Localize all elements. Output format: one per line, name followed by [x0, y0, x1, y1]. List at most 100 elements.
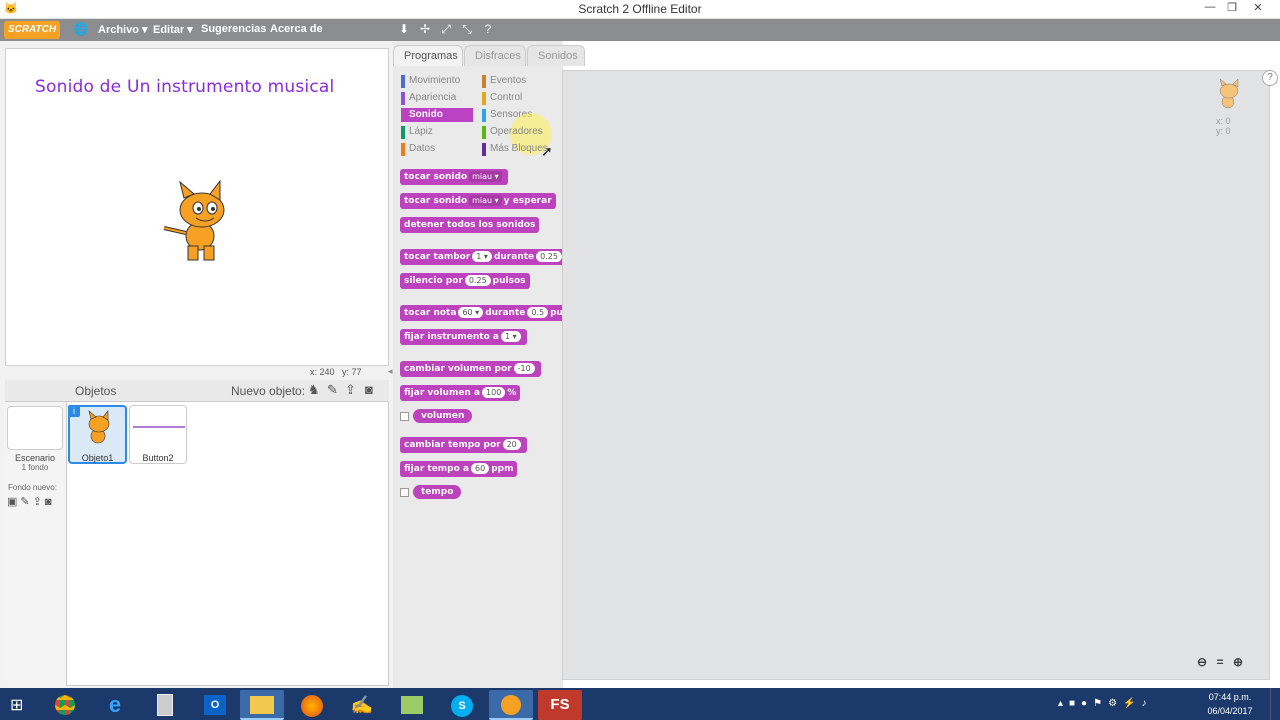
tab-programas[interactable]: Programas — [393, 45, 463, 66]
clock-date[interactable]: 06/04/2017 — [1205, 706, 1255, 716]
block-cambiar-volumen[interactable]: cambiar volumen por -10 — [400, 361, 541, 377]
menu-sugerencias[interactable]: Sugerencias — [201, 23, 266, 35]
app-task-icon[interactable]: ✍ — [340, 690, 384, 720]
block-tocar-nota[interactable]: tocar nota60 ▾durante0.5pulsos — [400, 305, 562, 321]
new-backdrop-icons[interactable]: ▣✎⇪◙ — [7, 495, 54, 508]
reporter-tempo[interactable]: tempo — [413, 485, 462, 499]
sprites-title: Objetos — [75, 384, 117, 398]
minimize-button[interactable]: — — [1200, 1, 1220, 17]
category-movimiento[interactable]: Movimiento — [401, 74, 473, 88]
system-tray-icons[interactable]: ▴■●⚑⚙⚡♪ — [1058, 698, 1152, 709]
info-icon[interactable]: i — [68, 405, 80, 417]
new-backdrop-label: Fondo nuevo: — [8, 483, 57, 492]
ie-task-icon[interactable]: e — [93, 690, 137, 720]
block-tocar-sonido-esperar[interactable]: tocar sonido miau ▾ y esperar — [400, 193, 556, 209]
menu-archivo[interactable]: Archivo ▾ — [98, 23, 148, 36]
drum-dropdown[interactable]: 1 ▾ — [472, 251, 492, 262]
choose-sprite-icon[interactable]: ♞ — [308, 382, 320, 398]
grow-icon[interactable]: ⤢ — [438, 22, 454, 38]
zoom-reset-icon[interactable]: = — [1212, 655, 1228, 671]
paint-sprite-icon[interactable]: ✎ — [327, 382, 338, 398]
category-label: Sonido — [409, 109, 443, 120]
menu-editar[interactable]: Editar ▾ — [153, 23, 193, 36]
category-color-bar — [482, 126, 486, 139]
category-operadores[interactable]: Operadores — [482, 125, 557, 139]
skype-task-icon[interactable]: S — [440, 690, 484, 720]
zoom-out-icon[interactable]: ⊖ — [1194, 655, 1210, 671]
block-fijar-tempo[interactable]: fijar tempo a 60 ppm — [400, 461, 518, 477]
current-sprite-icon — [1219, 78, 1239, 109]
outlook-task-icon[interactable]: O — [193, 690, 237, 720]
beats-input[interactable]: 0.5 — [527, 307, 549, 318]
category-eventos[interactable]: Eventos — [482, 74, 557, 88]
instrument-dropdown[interactable]: 1 ▾ — [500, 331, 521, 342]
category-label: Control — [490, 92, 523, 103]
stage-thumbnail[interactable] — [7, 406, 63, 450]
block-text: % — [507, 388, 517, 398]
sprites-header: Objetos Nuevo objeto: ♞ ✎ ⇪ ◙ — [5, 380, 389, 402]
block-clip: tocar tambor1 ▾durante0.25pulsos — [400, 249, 562, 265]
block-detener-sonidos[interactable]: detener todos los sonidos — [400, 217, 540, 233]
close-button[interactable]: ✕ — [1248, 1, 1268, 17]
block-fijar-volumen[interactable]: fijar volumen a 100% — [400, 385, 521, 401]
block-fijar-instrumento[interactable]: fijar instrumento a1 ▾ — [400, 329, 527, 345]
fs-task-icon[interactable]: FS — [538, 690, 582, 720]
category-apariencia[interactable]: Apariencia — [401, 91, 473, 105]
category-lapiz[interactable]: Lápiz — [401, 125, 473, 139]
scratch-task-icon[interactable] — [489, 690, 533, 720]
stamp-icon[interactable]: ⬇ — [396, 22, 412, 38]
explorer-task-icon[interactable] — [240, 690, 284, 720]
zoom-in-icon[interactable]: ⊕ — [1230, 655, 1246, 671]
tab-disfraces[interactable]: Disfraces — [464, 45, 526, 66]
block-cambiar-tempo[interactable]: cambiar tempo por 20 — [400, 437, 527, 453]
upload-sprite-icon[interactable]: ⇪ — [345, 382, 356, 398]
button2-thumb-preview — [133, 426, 185, 428]
volume-input[interactable]: 100 — [482, 387, 506, 398]
globe-icon[interactable]: 🌐 — [73, 22, 89, 38]
windows-start-icon[interactable]: ⊞ — [10, 695, 23, 715]
category-datos[interactable]: Datos — [401, 142, 473, 156]
chrome-task-icon[interactable] — [43, 690, 87, 720]
tempo-input[interactable]: 20 — [502, 439, 521, 450]
category-color-bar — [482, 109, 486, 122]
shrink-icon[interactable]: ⤡ — [459, 22, 475, 38]
block-text: fijar volumen a — [404, 388, 481, 398]
sound-dropdown[interactable]: miau ▾ — [469, 195, 502, 206]
tab-sonidos[interactable]: Sonidos — [527, 45, 585, 66]
block-tocar-tambor[interactable]: tocar tambor1 ▾durante0.25pulsos — [400, 249, 562, 265]
category-sonido[interactable]: Sonido — [401, 108, 473, 122]
firefox-task-icon[interactable] — [290, 690, 334, 720]
collapse-stage-icon[interactable]: ◂ — [388, 366, 393, 377]
volumen-checkbox[interactable] — [400, 412, 409, 421]
category-color-bar — [401, 143, 405, 156]
block-silencio[interactable]: silencio por 0.25 pulsos — [400, 273, 530, 289]
menu-acerca-de[interactable]: Acerca de — [270, 23, 323, 35]
folder-task-icon[interactable] — [390, 690, 434, 720]
reporter-volumen[interactable]: volumen — [413, 409, 473, 423]
block-text: cambiar volumen por — [404, 364, 512, 374]
scripts-area[interactable] — [562, 70, 1270, 680]
camera-sprite-icon[interactable]: ◙ — [365, 382, 373, 397]
show-desktop-button[interactable] — [1270, 688, 1280, 720]
block-tocar-sonido[interactable]: tocar sonido miau ▾ — [400, 169, 508, 185]
tempo-input[interactable]: 60 — [471, 463, 490, 474]
beats-input[interactable]: 0.25 — [464, 275, 491, 286]
calculator-task-icon[interactable] — [143, 690, 187, 720]
cat-sprite-icon[interactable] — [158, 178, 238, 264]
coords-x: x: 240 — [310, 367, 335, 377]
scratch-logo[interactable]: SCRATCH — [4, 21, 60, 39]
tempo-checkbox[interactable] — [400, 488, 409, 497]
cut-icon[interactable]: ✢ — [417, 22, 433, 38]
sound-dropdown[interactable]: miau ▾ — [469, 171, 502, 182]
beats-input[interactable]: 0.25 — [536, 251, 562, 262]
restore-button[interactable]: ❐ — [1222, 1, 1242, 17]
block-text: silencio por — [404, 276, 463, 286]
block-text: fijar tempo a — [404, 464, 470, 474]
block-text: tocar tambor — [404, 252, 471, 262]
clock-time[interactable]: 07:44 p.m. — [1205, 692, 1255, 702]
help-button[interactable]: ? — [1262, 70, 1278, 86]
category-control[interactable]: Control — [482, 91, 557, 105]
help-icon[interactable]: ? — [480, 22, 496, 38]
note-dropdown[interactable]: 60 ▾ — [458, 307, 484, 318]
volume-input[interactable]: -10 — [513, 363, 535, 374]
